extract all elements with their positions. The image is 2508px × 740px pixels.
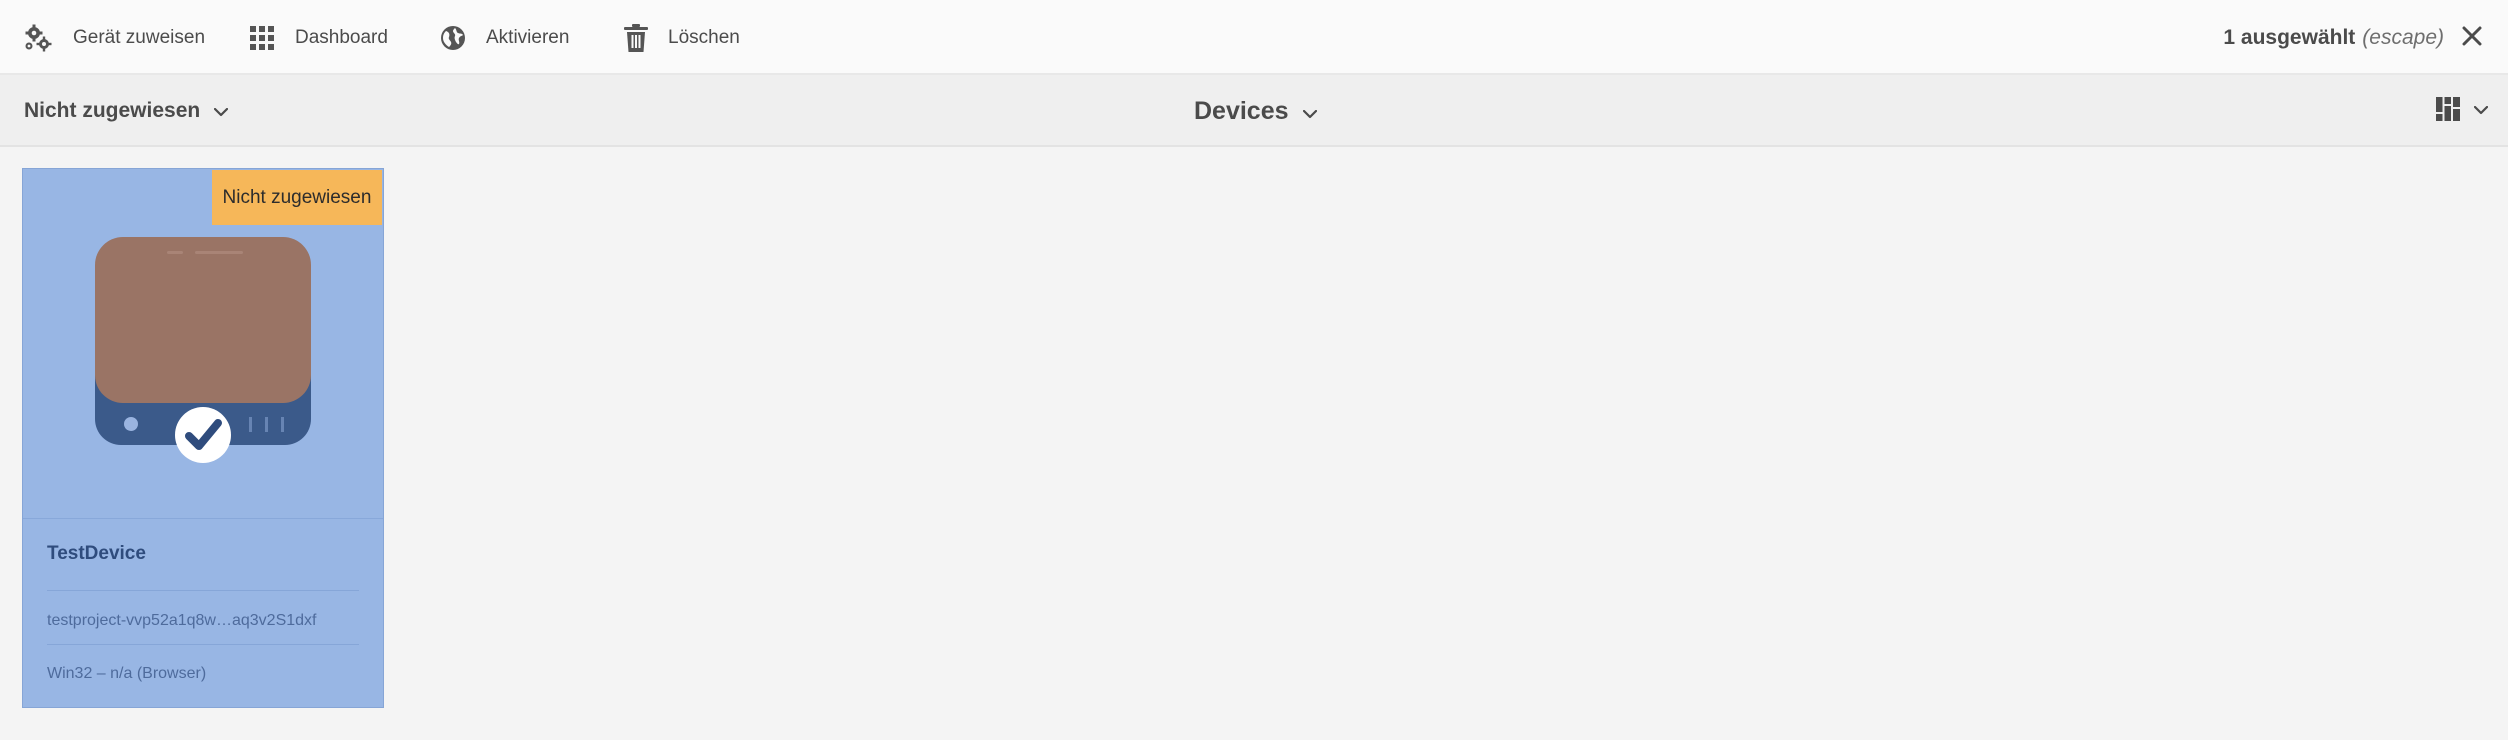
status-badge: Nicht zugewiesen bbox=[212, 170, 382, 225]
close-selection-button[interactable] bbox=[2456, 22, 2488, 54]
selection-hint: (escape) bbox=[2362, 25, 2444, 49]
card-divider bbox=[47, 644, 359, 645]
chevron-down-icon bbox=[2473, 102, 2489, 120]
tablet-device-icon bbox=[95, 237, 311, 463]
chevron-down-icon bbox=[214, 99, 229, 123]
chevron-down-icon bbox=[1302, 97, 1317, 126]
device-name: TestDevice bbox=[47, 543, 146, 564]
trash-icon bbox=[624, 23, 648, 52]
filter-dropdown[interactable]: Nicht zugewiesen bbox=[24, 75, 229, 147]
card-view-icon bbox=[2436, 96, 2460, 126]
activate-button[interactable]: Aktivieren bbox=[440, 0, 569, 75]
gears-icon bbox=[23, 23, 53, 53]
activate-label: Aktivieren bbox=[486, 26, 570, 48]
close-icon bbox=[2462, 26, 2482, 51]
device-thumbnail bbox=[95, 237, 311, 487]
page-title-dropdown[interactable]: Devices bbox=[1194, 75, 1317, 147]
device-id: testproject-vvp52a1q8w…aq3v2S1dxf bbox=[47, 612, 317, 629]
dashboard-button[interactable]: Dashboard bbox=[249, 0, 388, 75]
page-title: Devices bbox=[1194, 96, 1289, 125]
dashboard-label: Dashboard bbox=[295, 26, 388, 48]
assign-device-label: Gerät zuweisen bbox=[73, 26, 206, 48]
delete-button[interactable]: Löschen bbox=[624, 0, 740, 75]
globe-icon bbox=[440, 25, 466, 51]
title-bar: Nicht zugewiesen Devices bbox=[0, 75, 2508, 147]
card-divider bbox=[47, 590, 359, 591]
action-bar: Gerät zuweisen Dashboard Aktivieren Lösc… bbox=[0, 0, 2508, 75]
grid-icon bbox=[249, 25, 275, 51]
selection-info: 1 ausgewählt (escape) bbox=[2223, 0, 2444, 75]
assign-device-button[interactable]: Gerät zuweisen bbox=[23, 0, 205, 75]
selection-count: 1 ausgewählt bbox=[2223, 25, 2356, 49]
delete-label: Löschen bbox=[668, 26, 740, 48]
device-os: Win32 – n/a (Browser) bbox=[47, 665, 207, 682]
device-card[interactable]: Nicht zugewiesen TestDevice testproject-… bbox=[22, 168, 384, 708]
card-divider bbox=[23, 518, 383, 519]
view-switcher[interactable] bbox=[2436, 75, 2489, 147]
filter-label: Nicht zugewiesen bbox=[24, 99, 201, 122]
